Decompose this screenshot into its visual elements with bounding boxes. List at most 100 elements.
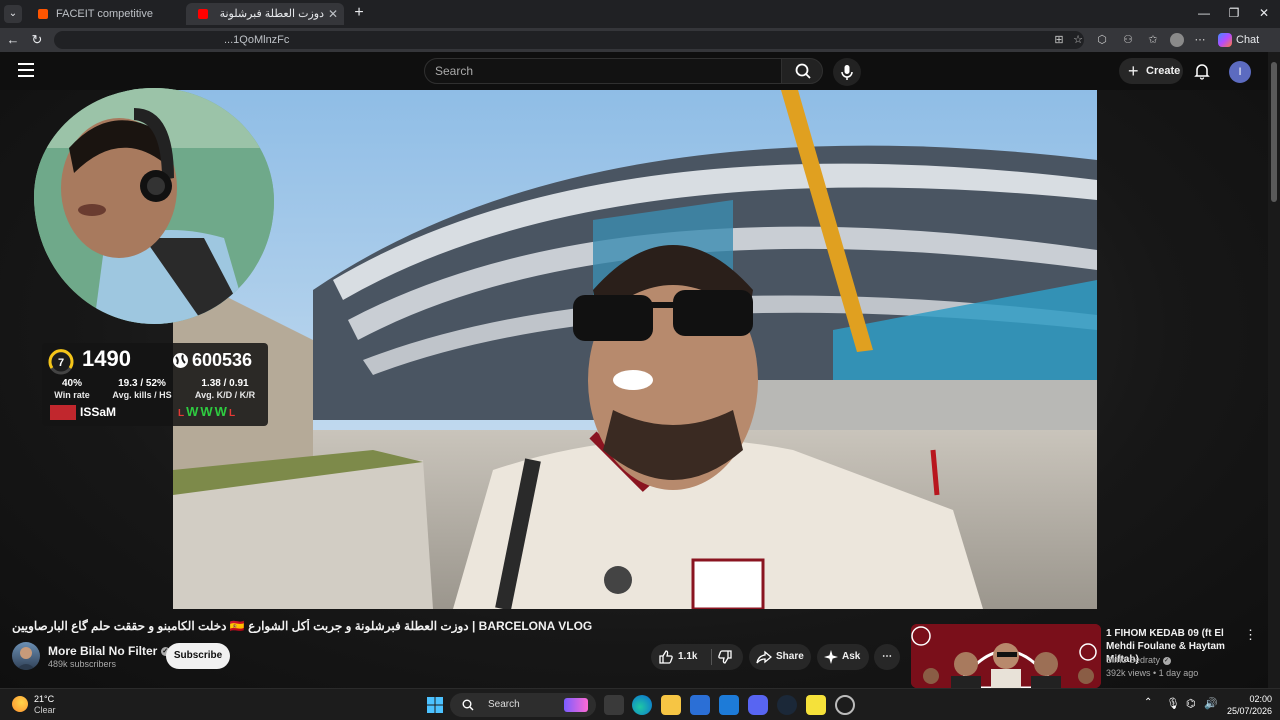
result-loss: L [228, 408, 238, 419]
edge-browser-icon[interactable] [632, 695, 652, 715]
mail-icon[interactable] [719, 695, 739, 715]
maximize-icon[interactable]: ❐ [1224, 6, 1244, 20]
share-label: Share [776, 651, 804, 662]
weather-widget[interactable]: 21°C Clear [12, 694, 82, 716]
youtube-header: Search + Create I [0, 52, 1268, 90]
browser-toolbar: ← ↻ ...1QoMlnzFc ⊞ ☆ ⬡ ⚇ ✩ ⋯ Chat [0, 28, 1280, 52]
network-icon[interactable]: ⌬ [1186, 697, 1196, 710]
weather-condition: Clear [34, 705, 56, 715]
subscribe-button[interactable]: Subscribe [166, 643, 230, 669]
system-clock[interactable]: 02:00 25/07/2026 [1222, 693, 1272, 717]
show-hidden-icons-icon[interactable]: ⌃ [1144, 697, 1152, 708]
video-player[interactable] [173, 90, 1097, 609]
windows-start-icon[interactable] [425, 695, 445, 715]
search-button[interactable] [781, 58, 823, 84]
microphone-icon [841, 65, 853, 80]
search-input[interactable]: Search [424, 58, 782, 84]
more-actions-button[interactable]: ⋯ [874, 644, 900, 670]
tab-list-button[interactable]: ⌄ [4, 5, 22, 23]
faceit-recent-results: LWWWL [178, 404, 264, 421]
channel-name-text: More Bilal No Filter [48, 644, 158, 658]
close-icon[interactable]: ✕ [328, 3, 338, 25]
favorites-icon[interactable]: ✩ [1146, 33, 1160, 47]
channel-avatar[interactable] [12, 642, 40, 670]
faceit-country-flag-icon [50, 405, 76, 420]
copilot-icon [1218, 33, 1232, 47]
notifications-bell-icon[interactable] [1193, 62, 1211, 80]
like-count: 1.1k [678, 651, 698, 662]
create-button[interactable]: + Create [1119, 58, 1183, 84]
recommended-meta: 392k views • 1 day ago [1106, 668, 1199, 678]
thumbs-down-icon[interactable] [717, 649, 733, 665]
menu-icon[interactable] [18, 63, 34, 77]
reload-icon[interactable]: ↻ [29, 32, 45, 48]
ask-button[interactable]: Ask [817, 644, 869, 670]
extension-icon[interactable]: ⚇ [1121, 33, 1135, 47]
weather-icon [12, 696, 28, 712]
faceit-level: 7 [58, 357, 64, 369]
extensions-icon[interactable]: ⬡ [1095, 33, 1109, 47]
share-button[interactable]: Share [749, 644, 811, 670]
windows-logo-icon [427, 697, 443, 713]
faceit-nickname: ISSaM [80, 405, 117, 419]
more-icon[interactable]: ⋯ [1193, 33, 1207, 47]
task-view-icon[interactable] [604, 695, 624, 715]
globe-icon [173, 353, 188, 368]
voice-search-button[interactable] [833, 58, 861, 86]
apps-icon[interactable]: ⊞ [1052, 33, 1066, 47]
result-win: W [214, 404, 229, 419]
tab-label: FACEIT competitive [56, 8, 153, 20]
steam-icon[interactable] [777, 695, 797, 715]
faceit-stat-value: 1.38 / 0.91 [201, 378, 249, 389]
star-icon[interactable]: ☆ [1071, 33, 1085, 47]
account-avatar[interactable]: I [1229, 61, 1251, 83]
profile-avatar[interactable] [1170, 33, 1184, 47]
microphone-icon[interactable]: 🎙 [1166, 697, 1180, 710]
recommended-thumbnail[interactable] [911, 624, 1101, 688]
thumbs-up-icon [659, 650, 673, 664]
page-scrollbar[interactable] [1268, 52, 1280, 688]
create-label: Create [1146, 65, 1181, 77]
faceit-client-icon[interactable] [835, 695, 855, 715]
new-tab-button[interactable]: + [350, 4, 368, 22]
recommended-channel-text: Simo Sedraty [1106, 655, 1161, 665]
discord-icon[interactable] [748, 695, 768, 715]
search-placeholder: Search [435, 64, 474, 78]
minimize-icon[interactable]: — [1194, 6, 1214, 20]
scrollbar-thumb[interactable] [1271, 62, 1277, 202]
recommended-more-icon[interactable]: ⋮ [1244, 627, 1257, 643]
result-win: W [200, 404, 215, 419]
like-button[interactable]: 1.1k [651, 644, 709, 670]
tab-youtube[interactable]: دوزت العطلة فبرشلونة و جربت أكل ✕ [186, 3, 344, 25]
video-frame [173, 90, 1097, 609]
taskbar-search[interactable]: Search [450, 693, 596, 717]
video-title: دخلت الكامبنو و حققت حلم گاع البارصاويين… [12, 619, 593, 633]
result-win: W [186, 404, 201, 419]
clock-time: 02:00 [1249, 694, 1272, 704]
youtube-favicon-icon [198, 9, 208, 19]
store-icon[interactable] [690, 695, 710, 715]
file-explorer-icon[interactable] [661, 695, 681, 715]
faceit-stat-label: Avg. kills / HS [112, 390, 172, 400]
thumbnail-image [911, 624, 1101, 688]
result-loss: L [178, 408, 187, 419]
faceit-stat-label: Avg. K/D / K/R [194, 390, 256, 400]
channel-avatar-image [16, 647, 36, 670]
volume-icon[interactable]: 🔊 [1204, 697, 1218, 710]
faceit-stat-label: Win rate [54, 390, 90, 400]
tab-faceit[interactable]: FACEIT competitive [26, 3, 186, 25]
taskbar-search-label: Search [488, 699, 520, 710]
recommended-channel[interactable]: Simo Sedraty ✓ [1106, 655, 1171, 665]
faceit-stats-overlay: 7 1490 600536 40% Win rate 19.3 / 52% Av… [42, 343, 268, 426]
chat-label: Chat [1236, 34, 1260, 46]
chat-button[interactable]: Chat [1216, 31, 1259, 49]
close-window-icon[interactable]: ✕ [1254, 6, 1274, 20]
share-icon [756, 650, 772, 664]
faceit-elo: 1490 [82, 346, 131, 371]
search-icon [795, 63, 811, 79]
app-icon[interactable] [806, 695, 826, 715]
more-horizontal-icon: ⋯ [882, 651, 892, 662]
address-bar[interactable]: ...1QoMlnzFc [54, 31, 1084, 49]
channel-name[interactable]: More Bilal No Filter ✓ [48, 644, 170, 658]
back-icon[interactable]: ← [5, 32, 21, 48]
